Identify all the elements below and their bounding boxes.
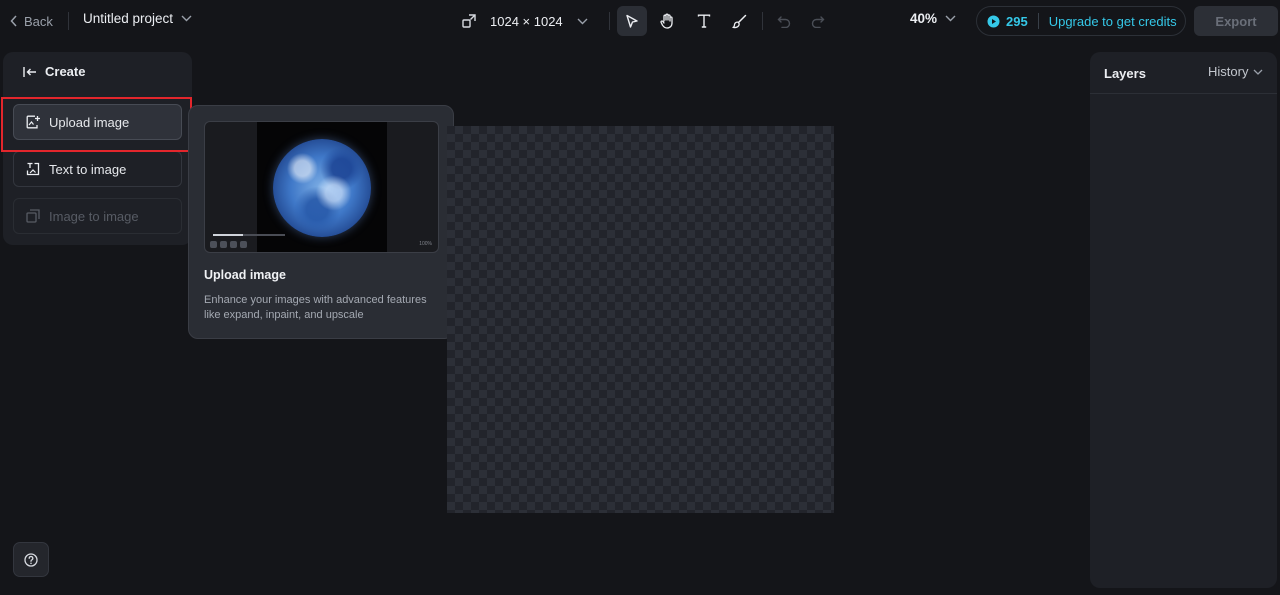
- create-title: Create: [45, 64, 86, 79]
- project-name-dropdown[interactable]: Untitled project: [83, 11, 192, 26]
- image-to-image-button[interactable]: Image to image: [13, 198, 182, 234]
- chevron-left-icon: [10, 15, 18, 27]
- brush-tool[interactable]: [724, 6, 754, 36]
- export-button[interactable]: Export: [1194, 6, 1278, 36]
- tooltip-description: Enhance your images with advanced featur…: [204, 294, 427, 321]
- preview-toolbar: [210, 241, 256, 249]
- chevron-down-icon: [181, 15, 192, 22]
- divider: [1090, 93, 1277, 94]
- upload-image-button[interactable]: Upload image: [13, 104, 182, 140]
- divider: [1037, 13, 1039, 29]
- canvas-size-value: 1024 × 1024: [490, 13, 563, 29]
- credits-pill[interactable]: 295 Upgrade to get credits: [976, 6, 1186, 36]
- planet-image: [273, 139, 371, 237]
- text-tool[interactable]: [689, 6, 719, 36]
- redo-button[interactable]: [803, 6, 833, 36]
- create-header[interactable]: Create: [23, 64, 85, 79]
- chevron-down-icon: [1253, 69, 1263, 75]
- chevron-down-icon: [945, 15, 956, 22]
- brush-icon: [731, 14, 747, 29]
- project-title: Untitled project: [83, 11, 174, 26]
- text-icon: [697, 14, 711, 28]
- text-to-image-label: Text to image: [49, 161, 127, 177]
- mini-icon: [210, 241, 217, 248]
- tooltip-preview-image: 100%: [204, 121, 439, 253]
- divider: [762, 12, 763, 30]
- hand-icon: [659, 13, 675, 29]
- canvas-size-dropdown[interactable]: 1024 × 1024: [462, 9, 588, 33]
- app-root: Back Untitled project 1024 × 1024 40% 29…: [0, 0, 1280, 595]
- tooltip-title: Upload image: [204, 268, 286, 282]
- hand-tool[interactable]: [652, 6, 682, 36]
- credits-count: 295: [1006, 13, 1028, 29]
- zoom-dropdown[interactable]: 40%: [910, 11, 956, 26]
- create-panel: Create Upload image Text to image Image …: [3, 52, 192, 245]
- text-to-image-icon: [26, 162, 40, 176]
- upload-image-icon: [26, 115, 40, 129]
- divider: [609, 12, 610, 30]
- zoom-value: 40%: [910, 11, 938, 26]
- redo-icon: [811, 15, 825, 28]
- collapse-panel-icon: [23, 66, 37, 78]
- help-button[interactable]: [13, 542, 49, 577]
- image-to-image-icon: [26, 209, 40, 223]
- upgrade-link[interactable]: Upgrade to get credits: [1049, 14, 1177, 29]
- upload-image-label: Upload image: [49, 114, 130, 130]
- mini-icon: [230, 241, 237, 248]
- top-bar: Back Untitled project 1024 × 1024 40% 29…: [0, 0, 1280, 42]
- history-label: History: [1208, 64, 1249, 79]
- upload-image-tooltip: 100% Upload image Enhance your images wi…: [188, 105, 454, 339]
- image-to-image-label: Image to image: [49, 208, 139, 224]
- text-to-image-button[interactable]: Text to image: [13, 151, 182, 187]
- select-tool[interactable]: [617, 6, 647, 36]
- layers-panel: Layers History: [1090, 52, 1277, 588]
- layers-tab[interactable]: Layers: [1104, 66, 1146, 81]
- divider: [68, 12, 69, 30]
- history-dropdown[interactable]: History: [1208, 64, 1263, 79]
- help-icon: [24, 552, 38, 567]
- artboard-canvas[interactable]: [447, 126, 834, 513]
- preview-zoom-text: 100%: [419, 241, 432, 247]
- undo-icon: [777, 15, 791, 28]
- back-button[interactable]: Back: [10, 10, 53, 32]
- credit-coin-icon: [987, 15, 1000, 28]
- mini-icon: [220, 241, 227, 248]
- select-icon: [625, 14, 639, 29]
- preview-slider-fill: [213, 234, 243, 236]
- resize-icon: [462, 14, 476, 28]
- back-label: Back: [24, 13, 53, 29]
- undo-button[interactable]: [769, 6, 799, 36]
- mini-icon: [240, 241, 247, 248]
- chevron-down-icon: [577, 18, 588, 25]
